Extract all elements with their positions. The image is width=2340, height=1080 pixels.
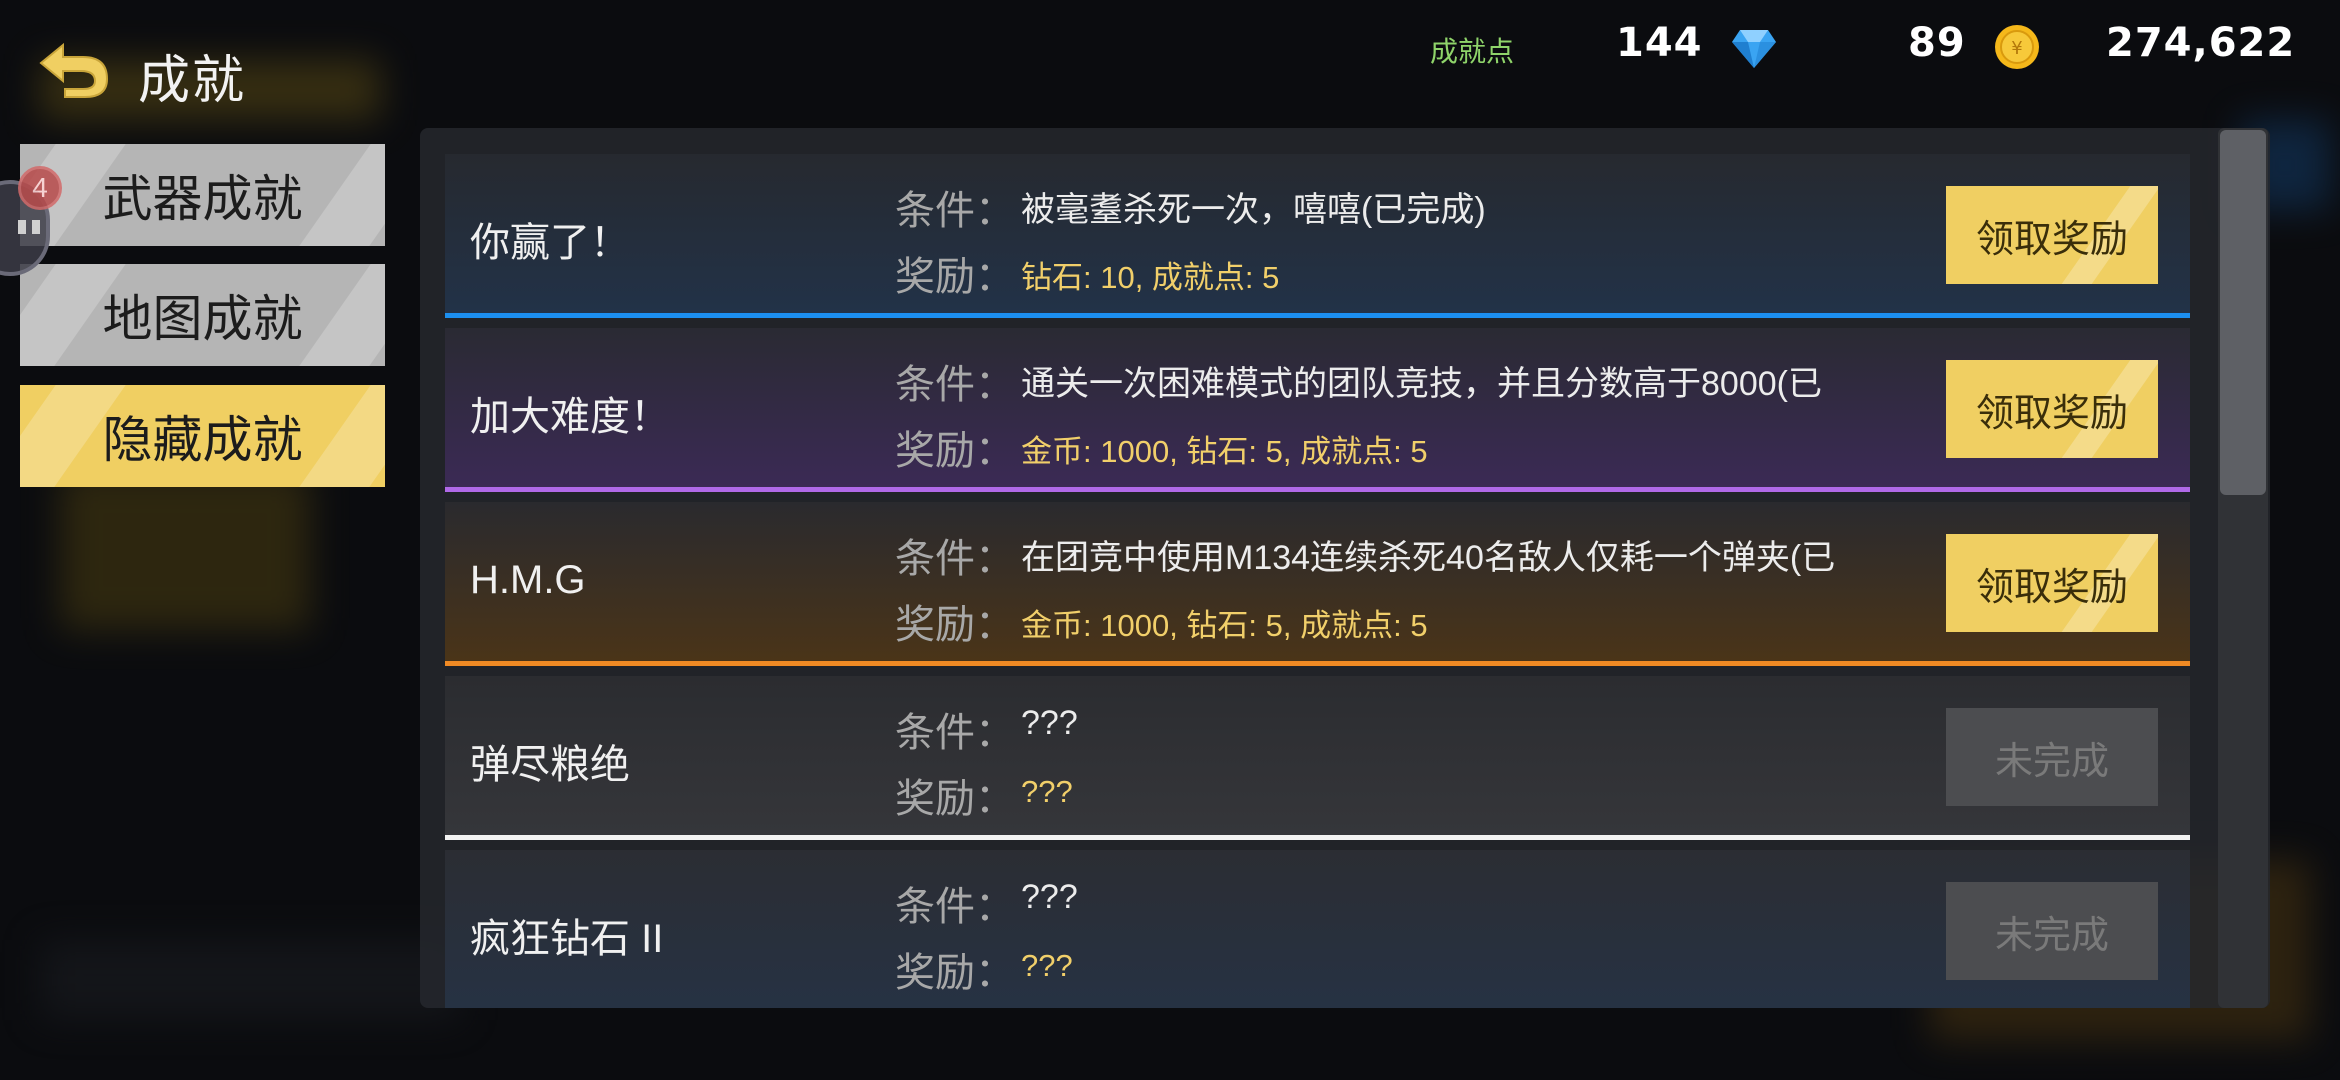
achievement-reward: 钻石: 10, 成就点: 5 [1021, 260, 1280, 295]
achievement-list[interactable]: 你赢了！ 条件： 被毫耋杀死一次，嘻嘻(已完成) 奖励： 钻石: 10, 成就点… [420, 128, 2270, 1008]
achievement-condition: 在团竞中使用M134连续杀死40名敌人仅耗一个弹夹(已 [1021, 539, 1836, 577]
reward-label: 奖励： [895, 951, 1015, 995]
button-label: 未完成 [1994, 740, 2109, 783]
achievement-reward: 金币: 1000, 钻石: 5, 成就点: 5 [1021, 608, 1428, 643]
achievement-title: 你赢了！ [470, 221, 630, 265]
diamond-icon [1732, 30, 1776, 68]
incomplete-button[interactable]: 未完成 [1946, 708, 2158, 806]
achievement-title: 加大难度！ [470, 395, 670, 439]
button-label: 领取奖励 [1975, 218, 2128, 261]
scrollbar-thumb[interactable] [2220, 130, 2266, 495]
reward-label: 奖励： [895, 429, 1015, 473]
button-label: 领取奖励 [1975, 392, 2128, 435]
page-title: 成就 [138, 52, 247, 110]
achievement-title: H.M.G [470, 558, 586, 602]
reward-label: 奖励： [895, 255, 1015, 299]
achievement-condition: 被毫耋杀死一次，嘻嘻(已完成) [1021, 191, 1486, 229]
tab-label: 武器成就 [102, 171, 303, 227]
background-blur [40, 940, 460, 1020]
achievement-row: 你赢了！ 条件： 被毫耋杀死一次，嘻嘻(已完成) 奖励： 钻石: 10, 成就点… [445, 154, 2190, 318]
back-button[interactable] [34, 36, 114, 102]
tab-weapon-achievements[interactable]: 武器成就 [20, 144, 385, 246]
condition-label: 条件： [895, 885, 1015, 929]
achievement-reward: 金币: 1000, 钻石: 5, 成就点: 5 [1021, 434, 1428, 469]
background-blur [60, 470, 310, 630]
condition-label: 条件： [895, 537, 1015, 581]
tab-hidden-achievements[interactable]: 隐藏成就 [20, 385, 385, 487]
tab-label: 地图成就 [102, 291, 303, 347]
notification-badge: 4 [18, 166, 62, 210]
achievement-points-value: 144 [1616, 20, 1703, 66]
claim-reward-button[interactable]: 领取奖励 [1946, 360, 2158, 458]
achievement-row: 疯狂钻石 II 条件： ??? 奖励： ??? 未完成 [445, 850, 2190, 1008]
achievement-condition: ??? [1021, 704, 1078, 742]
achievement-condition: 通关一次困难模式的团队竞技，并且分数高于8000(已 [1021, 365, 1822, 403]
achievement-title: 疯狂钻石 II [470, 917, 664, 961]
achievement-reward: ??? [1021, 948, 1073, 983]
achievement-points-label: 成就点 [1430, 36, 1515, 67]
condition-label: 条件： [895, 189, 1015, 233]
back-arrow-icon [39, 42, 109, 98]
achievement-title: 弹尽粮绝 [470, 743, 630, 787]
reward-label: 奖励： [895, 777, 1015, 821]
achievement-row: H.M.G 条件： 在团竞中使用M134连续杀死40名敌人仅耗一个弹夹(已 奖励… [445, 502, 2190, 666]
tab-map-achievements[interactable]: 地图成就 [20, 264, 385, 366]
achievement-row: 弹尽粮绝 条件： ??? 奖励： ??? 未完成 [445, 676, 2190, 840]
svg-text:¥: ¥ [2011, 38, 2022, 59]
claim-reward-button[interactable]: 领取奖励 [1946, 534, 2158, 632]
achievement-row: 加大难度！ 条件： 通关一次困难模式的团队竞技，并且分数高于8000(已 奖励：… [445, 328, 2190, 492]
condition-label: 条件： [895, 711, 1015, 755]
button-label: 未完成 [1994, 914, 2109, 957]
coin-count: 274,622 [2106, 20, 2296, 66]
achievement-condition: ??? [1021, 878, 1078, 916]
achievement-reward: ??? [1021, 774, 1073, 809]
tab-label: 隐藏成就 [102, 412, 303, 468]
condition-label: 条件： [895, 363, 1015, 407]
reward-label: 奖励： [895, 603, 1015, 647]
claim-reward-button[interactable]: 领取奖励 [1946, 186, 2158, 284]
incomplete-button[interactable]: 未完成 [1946, 882, 2158, 980]
coin-icon: ¥ [1995, 25, 2039, 69]
button-label: 领取奖励 [1975, 566, 2128, 609]
diamond-count: 89 [1908, 20, 1966, 66]
